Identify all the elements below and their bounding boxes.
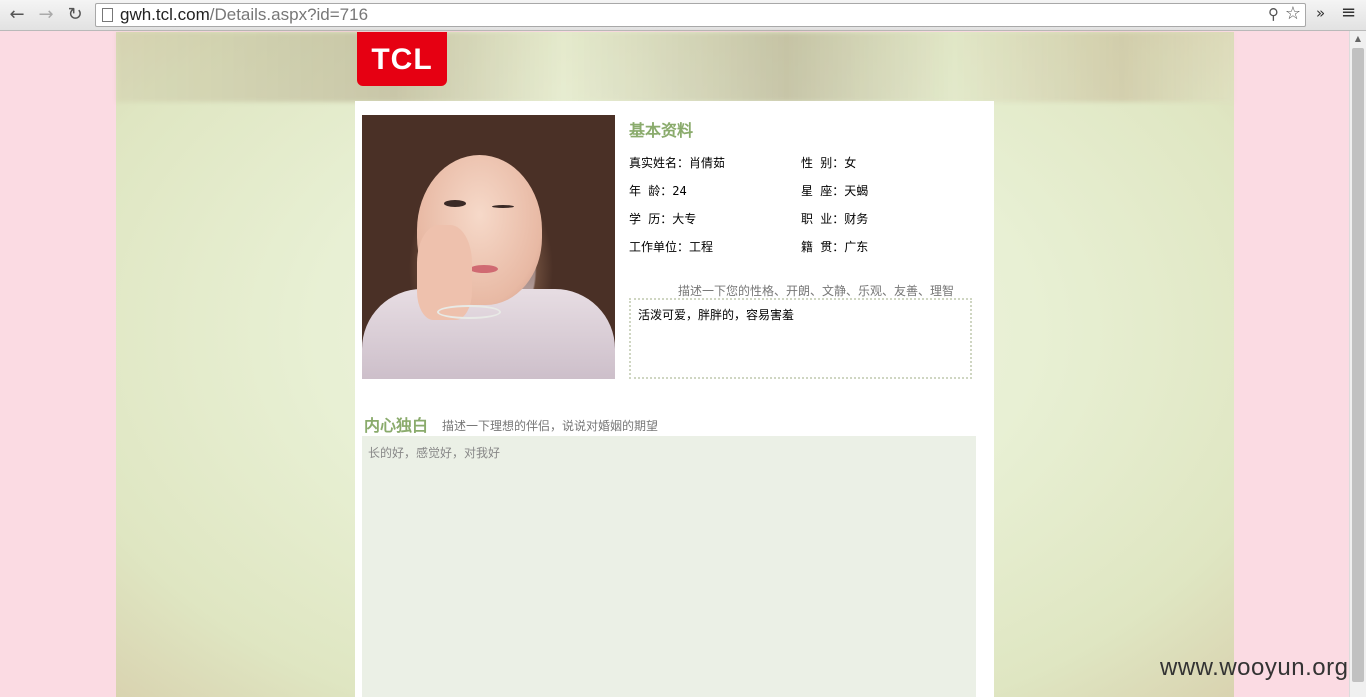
scroll-up-arrow-icon[interactable]: ▲: [1350, 31, 1366, 47]
field-real-name: 真实姓名：肖倩茹: [629, 156, 726, 170]
tcl-logo[interactable]: TCL: [357, 32, 447, 86]
photo-eye: [444, 200, 466, 207]
field-workplace: 工作单位：工程: [629, 240, 714, 254]
extensions-chevron-icon[interactable]: »: [1316, 4, 1325, 22]
url-path: /Details.aspx?id=716: [209, 5, 369, 24]
page-icon: [102, 8, 113, 22]
back-icon[interactable]: ←: [5, 3, 29, 27]
photo-lips: [470, 265, 498, 273]
menu-icon[interactable]: ≡: [1341, 2, 1356, 23]
basic-info-title: 基本资料: [629, 121, 694, 140]
scrollbar-thumb[interactable]: [1352, 48, 1364, 682]
url-host: gwh.tcl.com: [120, 5, 210, 24]
photo-eye: [492, 205, 514, 208]
inner-monologue-hint: 描述一下理想的伴侣，说说对婚姻的期望: [442, 419, 659, 433]
field-age: 年 龄：24: [629, 184, 687, 198]
field-gender: 性 别：女: [801, 156, 857, 170]
bookmark-star-icon[interactable]: ☆: [1285, 3, 1301, 24]
personality-box: 活泼可爱，胖胖的，容易害羞: [629, 298, 972, 379]
address-bar[interactable]: gwh.tcl.com/Details.aspx?id=716 ⚲ ☆: [95, 3, 1306, 27]
forward-icon[interactable]: →: [34, 3, 58, 27]
profile-photo: [362, 115, 615, 379]
inner-monologue-box: 长的好，感觉好，对我好: [362, 436, 976, 697]
field-occupation: 职 业：财务: [801, 212, 869, 226]
field-zodiac: 星 座：天蝎: [801, 184, 869, 198]
watermark: www.wooyun.org: [1160, 654, 1349, 681]
inner-monologue-title: 内心独白: [364, 416, 429, 435]
field-hometown: 籍 贯：广东: [801, 240, 869, 254]
personality-text: 活泼可爱，胖胖的，容易害羞: [638, 308, 795, 322]
zoom-icon[interactable]: ⚲: [1268, 5, 1279, 23]
field-education: 学 历：大专: [629, 212, 697, 226]
photo-bracelet: [437, 305, 501, 319]
browser-toolbar: ← → ↻ gwh.tcl.com/Details.aspx?id=716 ⚲ …: [0, 0, 1366, 31]
header-banner: [116, 32, 1234, 102]
profile-card: 基本资料 真实姓名：肖倩茹 性 别：女 年 龄：24 星 座：天蝎 学 历：大专…: [355, 101, 994, 697]
reload-icon[interactable]: ↻: [63, 3, 87, 27]
personality-hint: 描述一下您的性格、开朗、文静、乐观、友善、理智: [678, 284, 955, 298]
url-text[interactable]: gwh.tcl.com/Details.aspx?id=716: [120, 5, 368, 25]
inner-monologue-text: 长的好，感觉好，对我好: [368, 446, 501, 460]
vertical-scrollbar[interactable]: ▲: [1349, 31, 1366, 697]
